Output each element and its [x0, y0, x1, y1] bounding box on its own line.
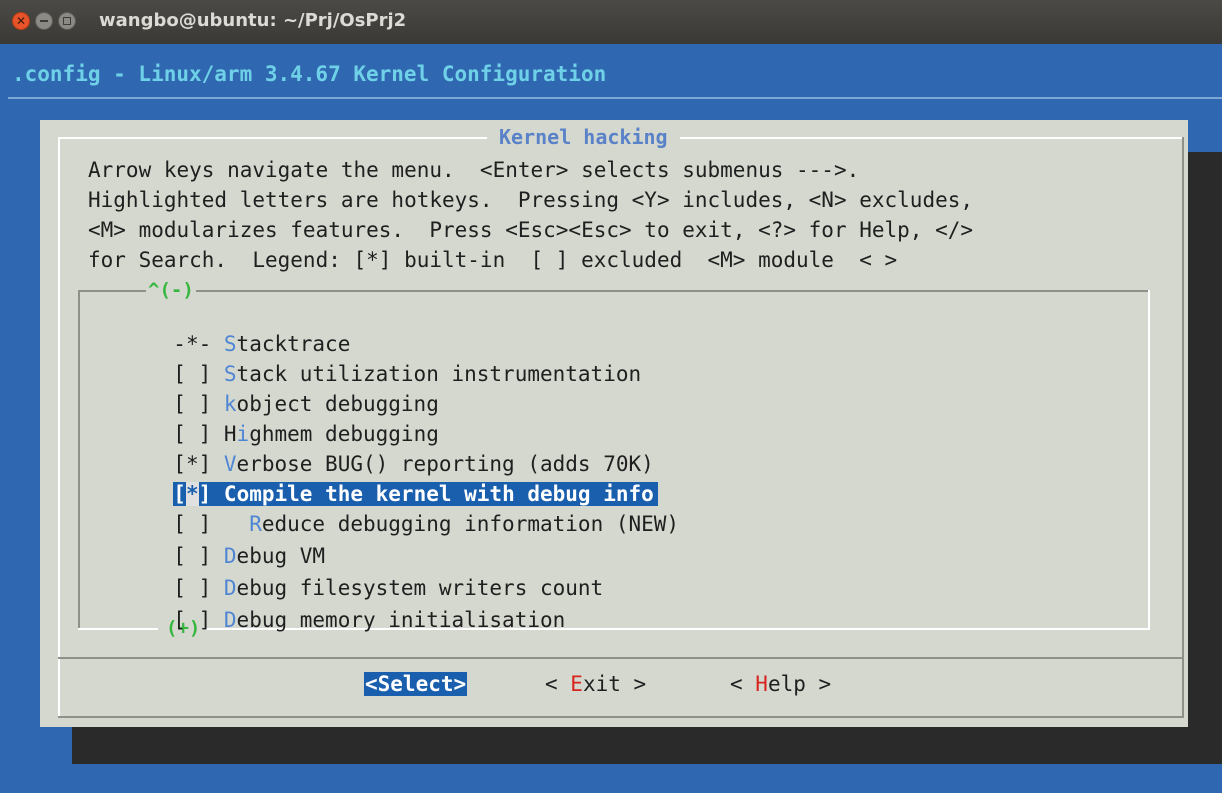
window-title: wangbo@ubuntu: ~/Prj/OsPrj2 — [99, 10, 407, 31]
menu-border-right — [1148, 290, 1150, 630]
maximize-icon[interactable] — [58, 12, 76, 30]
menu-item-kobject-debugging[interactable]: [ ] kobject debugging — [148, 368, 439, 416]
config-header: .config - Linux/arm 3.4.67 Kernel Config… — [12, 62, 607, 86]
header-rule — [8, 97, 1222, 99]
dialog-shadow-right — [1188, 152, 1222, 764]
dialog-border-right — [1182, 137, 1184, 718]
help-button-hotkey: H — [755, 672, 768, 696]
menu-item-hotkey: D — [223, 608, 237, 632]
menu-item-highmem-debugging[interactable]: [ ] Highmem debugging — [148, 398, 439, 446]
menu-item-label: ebug memory initialisation — [236, 608, 566, 632]
menu-item-reduce-debugging[interactable]: [ ] Reduce debugging information (NEW) — [148, 488, 679, 536]
select-button[interactable]: <Select> — [364, 672, 468, 696]
exit-button[interactable]: < Exit > — [545, 672, 646, 696]
menu-item-compile-debug-info[interactable]: [*] Compile the kernel with debug info — [148, 458, 658, 506]
help-button[interactable]: < Help > — [730, 672, 831, 696]
help-text-line: Highlighted letters are hotkeys. Pressin… — [88, 188, 974, 212]
window-titlebar: ✕ wangbo@ubuntu: ~/Prj/OsPrj2 — [0, 0, 1222, 44]
menu-border-top — [78, 290, 1150, 292]
menu-item-debug-fs-writers[interactable]: [ ] Debug filesystem writers count — [148, 552, 603, 600]
menu-item-debug-vm[interactable]: [ ] Debug VM — [148, 520, 325, 568]
minimize-icon[interactable] — [35, 12, 53, 30]
menu-item-stack-utilization[interactable]: [ ] Stack utilization instrumentation — [148, 338, 641, 386]
button-separator — [58, 657, 1184, 659]
menu-item-verbose-bug[interactable]: [*] Verbose BUG() reporting (adds 70K) — [148, 428, 653, 476]
dialog-border-bottom — [58, 716, 1184, 718]
help-text-line: Arrow keys navigate the menu. <Enter> se… — [88, 158, 860, 182]
help-button-right: elp > — [767, 672, 832, 696]
menu-border-left — [78, 290, 80, 630]
close-icon[interactable]: ✕ — [12, 12, 30, 30]
exit-button-left: < — [545, 672, 571, 696]
menu-item-state: [ ] — [173, 608, 212, 632]
exit-button-hotkey: E — [570, 672, 583, 696]
menu-item-stacktrace[interactable]: -*- Stacktrace — [148, 308, 350, 356]
dialog-border-left — [58, 137, 60, 717]
exit-button-right: xit > — [582, 672, 647, 696]
help-text-line: <M> modularizes features. Press <Esc><Es… — [88, 218, 974, 242]
menu-item-debug-memory-init[interactable]: [ ] Debug memory initialisation — [148, 584, 565, 632]
dialog-shadow-bottom — [72, 727, 1222, 764]
scroll-up-indicator: ^(-) — [146, 279, 196, 301]
dialog-title: Kernel hacking — [487, 125, 680, 149]
help-text-line: for Search. Legend: [*] built-in [ ] exc… — [88, 248, 898, 272]
help-button-left: < — [730, 672, 756, 696]
